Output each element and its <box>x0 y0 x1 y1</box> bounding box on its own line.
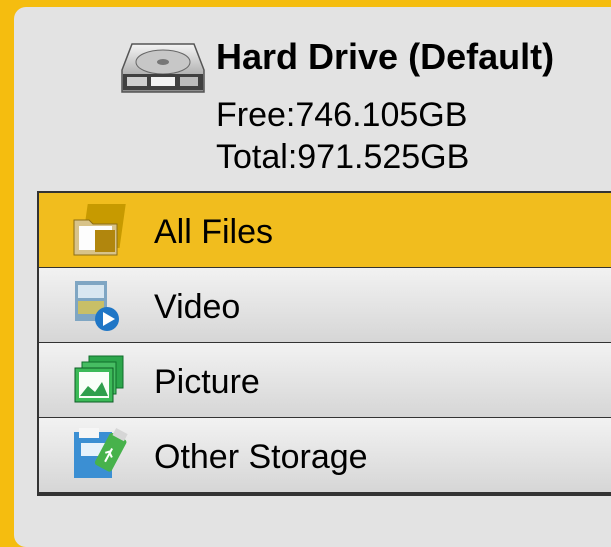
video-icon <box>75 281 119 331</box>
menu-item-label: Picture <box>154 363 260 401</box>
picture-icon <box>74 355 124 403</box>
hard-drive-icon <box>121 43 205 93</box>
menu-item-picture[interactable]: Picture <box>39 343 611 419</box>
menu-item-label: All Files <box>154 213 274 251</box>
storage-icon <box>74 428 128 478</box>
menu-item-label: Video <box>154 288 241 326</box>
menu-item-other-storage[interactable]: Other Storage <box>39 418 611 494</box>
drive-title: Hard Drive (Default) <box>216 36 555 77</box>
menu-item-all-files[interactable]: All Files <box>39 193 611 269</box>
menu-item-video[interactable]: Video <box>39 268 611 344</box>
drive-free-space: Free:746.105GB <box>216 96 468 134</box>
folder-icon <box>73 204 126 256</box>
menu-item-label: Other Storage <box>154 438 368 476</box>
category-list: All Files Video Picture Other Storage <box>37 191 611 496</box>
drive-total-space: Total:971.525GB <box>216 138 470 176</box>
